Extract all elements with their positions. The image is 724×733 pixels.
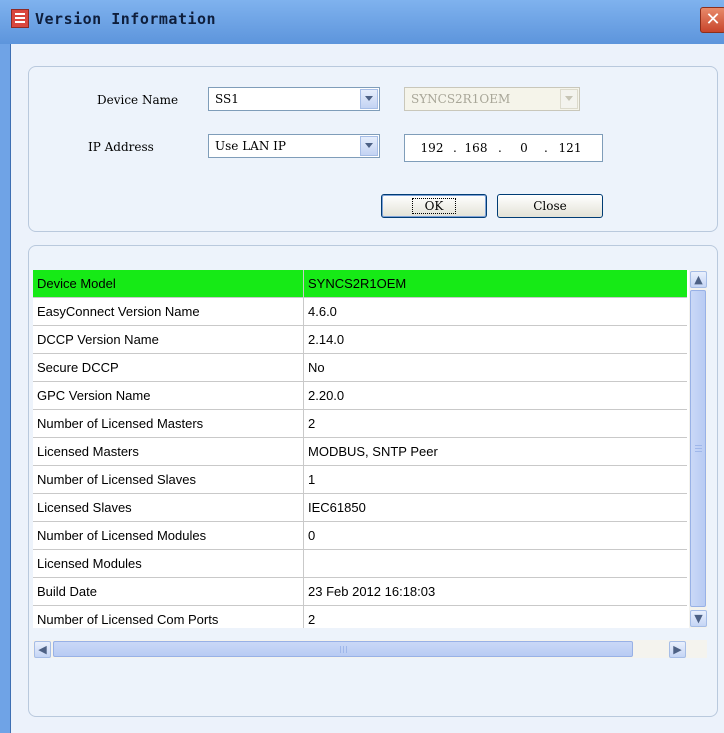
scroll-right-icon[interactable]: ▶: [669, 641, 686, 658]
table-row[interactable]: Licensed Slaves IEC61850: [33, 494, 687, 522]
row-name: DCCP Version Name: [37, 332, 159, 347]
row-name: EasyConnect Version Name: [37, 304, 200, 319]
device-name-dropdown[interactable]: SS1: [208, 87, 380, 111]
vertical-scroll-thumb[interactable]: [690, 290, 706, 607]
table-row[interactable]: Licensed Modules: [33, 550, 687, 578]
row-name: Number of Licensed Masters: [37, 416, 204, 431]
ip-address-input[interactable]: 192 . 168 . 0 . 121: [404, 134, 603, 162]
table-row[interactable]: GPC Version Name 2.20.0: [33, 382, 687, 410]
ip-address-label: IP Address: [88, 140, 154, 154]
ip-mode-value: Use LAN IP: [215, 139, 286, 153]
ok-button[interactable]: OK: [381, 194, 487, 218]
scroll-left-icon[interactable]: ◀: [34, 641, 51, 658]
row-name: GPC Version Name: [37, 388, 151, 403]
scroll-down-icon[interactable]: ▼: [690, 610, 707, 627]
ip-mode-dropdown[interactable]: Use LAN IP: [208, 134, 380, 158]
window-title: Version Information: [35, 10, 217, 28]
horizontal-scroll-thumb[interactable]: [53, 641, 633, 657]
table-row[interactable]: Number of Licensed Com Ports 2: [33, 606, 687, 628]
row-value: 2: [308, 416, 316, 431]
row-value: 2: [308, 612, 316, 627]
row-name: Number of Licensed Slaves: [37, 472, 196, 487]
device-name-value: SS1: [215, 92, 239, 106]
close-button[interactable]: Close: [497, 194, 603, 218]
row-value: No: [308, 360, 325, 375]
row-value: MODBUS, SNTP Peer: [308, 444, 438, 459]
close-icon[interactable]: ✕: [700, 7, 724, 33]
version-table[interactable]: Device Model SYNCS2R1OEM EasyConnect Ver…: [33, 270, 689, 628]
table-row[interactable]: Device Model SYNCS2R1OEM: [33, 270, 687, 298]
row-value: IEC61850: [308, 500, 366, 515]
table-row[interactable]: Secure DCCP No: [33, 354, 687, 382]
row-value: 2.20.0: [308, 388, 345, 403]
table-row[interactable]: EasyConnect Version Name 4.6.0: [33, 298, 687, 326]
row-value: 1: [308, 472, 316, 487]
chevron-down-icon[interactable]: [360, 89, 378, 109]
device-name-label: Device Name: [97, 93, 179, 107]
row-value: 2.14.0: [308, 332, 345, 347]
ip-octet-1[interactable]: 192: [415, 141, 449, 155]
title-bar[interactable]: Version Information ✕: [0, 0, 724, 44]
table-row[interactable]: Build Date 23 Feb 2012 16:18:03: [33, 578, 687, 606]
ip-dot: .: [498, 141, 502, 155]
row-value: SYNCS2R1OEM: [308, 276, 407, 291]
row-name: Number of Licensed Modules: [37, 528, 207, 543]
ip-octet-2[interactable]: 168: [459, 141, 493, 155]
row-name: Number of Licensed Com Ports: [37, 612, 219, 627]
scroll-up-icon[interactable]: ▲: [690, 271, 707, 288]
vertical-scrollbar[interactable]: ▲ ▼: [689, 270, 707, 628]
ok-button-label: OK: [411, 198, 457, 214]
device-model-dropdown: SYNCS2R1OEM: [404, 87, 580, 111]
list-icon: [11, 9, 29, 28]
device-model-value: SYNCS2R1OEM: [411, 92, 511, 106]
row-name: Device Model: [37, 276, 116, 291]
row-name: Build Date: [37, 584, 97, 599]
chevron-down-icon[interactable]: [360, 136, 378, 156]
table-row[interactable]: Licensed Masters MODBUS, SNTP Peer: [33, 438, 687, 466]
chevron-down-icon: [560, 89, 578, 109]
row-name: Secure DCCP: [37, 360, 119, 375]
row-value: 23 Feb 2012 16:18:03: [308, 584, 436, 599]
row-name: Licensed Modules: [37, 556, 142, 571]
table-row[interactable]: Number of Licensed Modules 0: [33, 522, 687, 550]
table-row[interactable]: DCCP Version Name 2.14.0: [33, 326, 687, 354]
ip-dot: .: [453, 141, 457, 155]
horizontal-scrollbar[interactable]: ◀ ▶: [33, 640, 689, 658]
row-value: 0: [308, 528, 316, 543]
table-row[interactable]: Number of Licensed Slaves 1: [33, 466, 687, 494]
ip-octet-3[interactable]: 0: [507, 141, 541, 155]
ip-dot: .: [544, 141, 548, 155]
row-name: Licensed Masters: [37, 444, 139, 459]
scroll-corner: [689, 640, 707, 658]
ip-octet-4[interactable]: 121: [553, 141, 587, 155]
row-value: 4.6.0: [308, 304, 337, 319]
table-row[interactable]: Number of Licensed Masters 2: [33, 410, 687, 438]
row-name: Licensed Slaves: [37, 500, 132, 515]
